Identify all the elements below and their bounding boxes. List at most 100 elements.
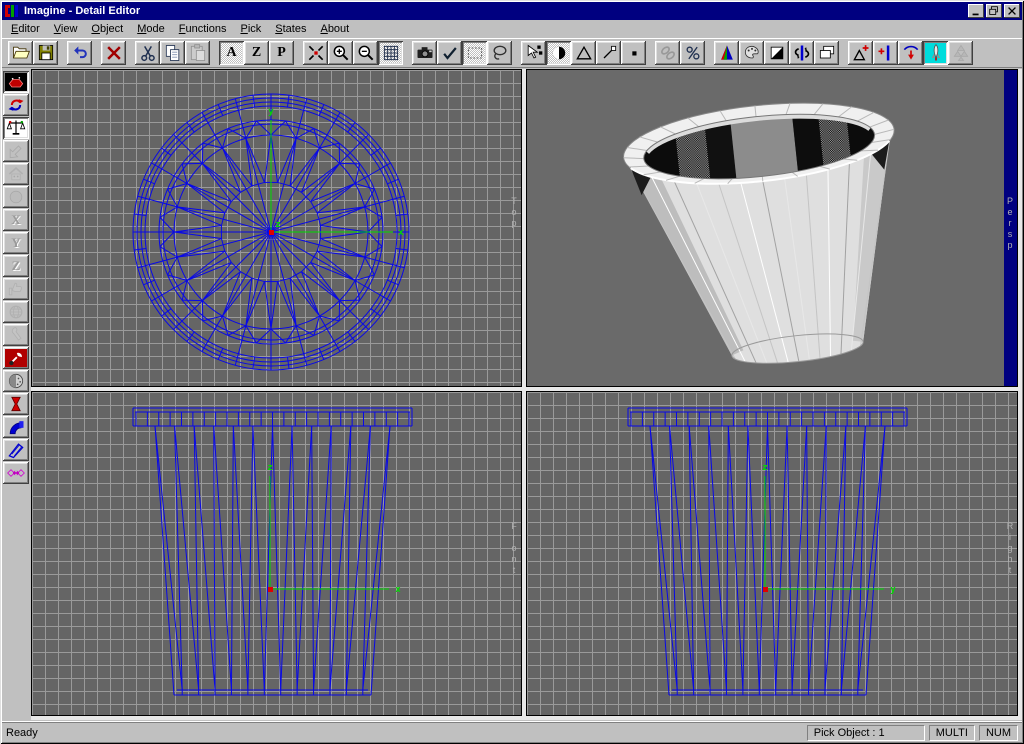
zoom-fit-button[interactable] xyxy=(303,41,328,65)
toolbar-group xyxy=(303,41,403,65)
snapshot-camera-button[interactable] xyxy=(412,41,437,65)
mirror-tool-button[interactable] xyxy=(3,462,29,484)
link-chain-button[interactable] xyxy=(655,41,680,65)
zoomin-icon xyxy=(331,43,351,63)
paste-button[interactable] xyxy=(185,41,210,65)
z-constraint-button[interactable]: Z xyxy=(3,255,29,277)
knifeblue-icon xyxy=(6,440,26,460)
menu-pick[interactable]: Pick xyxy=(233,21,268,37)
world-tool-button[interactable] xyxy=(3,301,29,323)
toggle-grid-button[interactable] xyxy=(378,41,403,65)
menu-editor[interactable]: Editor xyxy=(4,21,47,37)
texture-sphere-tool-button[interactable] xyxy=(3,370,29,392)
cut-button[interactable] xyxy=(135,41,160,65)
undo-button[interactable] xyxy=(67,41,92,65)
marquee-select-button[interactable] xyxy=(462,41,487,65)
sphere-primitive-button[interactable] xyxy=(3,186,29,208)
toolbar-group xyxy=(848,41,973,65)
zoom-in-button[interactable] xyxy=(328,41,353,65)
pick-object-mode-button[interactable] xyxy=(3,71,29,93)
toolbar-group xyxy=(714,41,839,65)
rgb-cone-button[interactable] xyxy=(714,41,739,65)
status-indicator-multi: MULTI xyxy=(929,725,975,741)
cascade-icon xyxy=(817,43,837,63)
min-icon xyxy=(970,5,982,17)
nudge-tool-button[interactable] xyxy=(3,278,29,300)
pipe-tool-button[interactable] xyxy=(3,416,29,438)
viewport-front-label: Front xyxy=(509,521,519,576)
status-indicator-num: NUM xyxy=(979,725,1018,741)
menu-view[interactable]: View xyxy=(47,21,85,37)
open-button[interactable] xyxy=(8,41,33,65)
pick-select-arrow-button[interactable] xyxy=(521,41,546,65)
palette-button[interactable] xyxy=(739,41,764,65)
copy-button[interactable] xyxy=(160,41,185,65)
home-view-button[interactable] xyxy=(3,163,29,185)
toolbar-group xyxy=(67,41,92,65)
hierarchy-tree-button[interactable] xyxy=(948,41,973,65)
menu-functions[interactable]: Functions xyxy=(172,21,234,37)
repair-tool-button[interactable] xyxy=(3,347,29,369)
marquee-icon xyxy=(465,43,485,63)
percent-snap-button[interactable] xyxy=(680,41,705,65)
scale-tool-button[interactable] xyxy=(3,117,29,139)
viewport-persp-active-strip: Persp xyxy=(1004,70,1017,386)
rotate-view-button[interactable] xyxy=(789,41,814,65)
zoom-out-button[interactable] xyxy=(353,41,378,65)
drop-curve-button[interactable] xyxy=(898,41,923,65)
pick-edges-button[interactable] xyxy=(596,41,621,65)
bend-tool-button[interactable] xyxy=(3,324,29,346)
menu-about[interactable]: About xyxy=(313,21,356,37)
point-icon xyxy=(624,43,644,63)
confirm-check-button[interactable] xyxy=(437,41,462,65)
move-tool-button[interactable] xyxy=(3,140,29,162)
quick-render-rocket-button[interactable] xyxy=(923,41,948,65)
pick-faces-button[interactable] xyxy=(571,41,596,65)
restore-button[interactable] xyxy=(986,4,1002,18)
x-constraint-button[interactable]: X xyxy=(3,209,29,231)
viewport-right[interactable]: Right zy xyxy=(526,391,1018,716)
close-button[interactable] xyxy=(1004,4,1020,18)
taper-tool-button[interactable] xyxy=(3,393,29,415)
save-button[interactable] xyxy=(33,41,58,65)
rocket-icon xyxy=(926,43,946,63)
lasso-select-button[interactable] xyxy=(487,41,512,65)
camera-icon xyxy=(415,43,435,63)
mode-zoom-label: Z xyxy=(252,45,261,61)
mode-zoom-button[interactable]: Z xyxy=(244,41,269,65)
add-face-button[interactable] xyxy=(848,41,873,65)
menu-object[interactable]: Object xyxy=(84,21,130,37)
viewport-top[interactable]: Top yxz xyxy=(31,69,522,387)
viewport-persp[interactable]: Persp xyxy=(526,69,1018,387)
menu-states[interactable]: States xyxy=(268,21,313,37)
viewport-grid: Top yxz Persp Front zx Right zy xyxy=(31,69,1022,720)
tri-icon xyxy=(574,43,594,63)
pick-points-button[interactable] xyxy=(621,41,646,65)
mode-pan-button[interactable]: P xyxy=(269,41,294,65)
pick-sphere-button[interactable] xyxy=(546,41,571,65)
vp-top-drawing: yxz xyxy=(32,70,522,386)
add-axis-button[interactable] xyxy=(873,41,898,65)
cone-icon xyxy=(717,43,737,63)
y-constraint-button[interactable]: Y xyxy=(3,232,29,254)
viewport-persp-label: Persp xyxy=(1005,196,1015,251)
vp-right-drawing: zy xyxy=(527,392,1018,716)
rotate-tool-button[interactable] xyxy=(3,94,29,116)
minimize-button[interactable] xyxy=(968,4,984,18)
toolbar-group xyxy=(521,41,646,65)
check-icon xyxy=(440,43,460,63)
pickarrow-icon xyxy=(524,43,544,63)
cascade-windows-button[interactable] xyxy=(814,41,839,65)
viewport-front[interactable]: Front zx xyxy=(31,391,522,716)
toolbar-group xyxy=(101,41,126,65)
title-bar[interactable]: Imagine - Detail Editor xyxy=(2,2,1022,20)
menu-mode[interactable]: Mode xyxy=(130,21,172,37)
pick-object-counter: Pick Object : 1 xyxy=(807,725,925,741)
page-flip-button[interactable] xyxy=(764,41,789,65)
svg-text:y: y xyxy=(890,585,896,595)
shear-tool-button[interactable] xyxy=(3,439,29,461)
movearrow-icon xyxy=(6,141,26,161)
status-bar: Ready Pick Object : 1 MULTI NUM xyxy=(2,722,1022,742)
mode-attributes-button[interactable]: A xyxy=(219,41,244,65)
delete-button[interactable] xyxy=(101,41,126,65)
